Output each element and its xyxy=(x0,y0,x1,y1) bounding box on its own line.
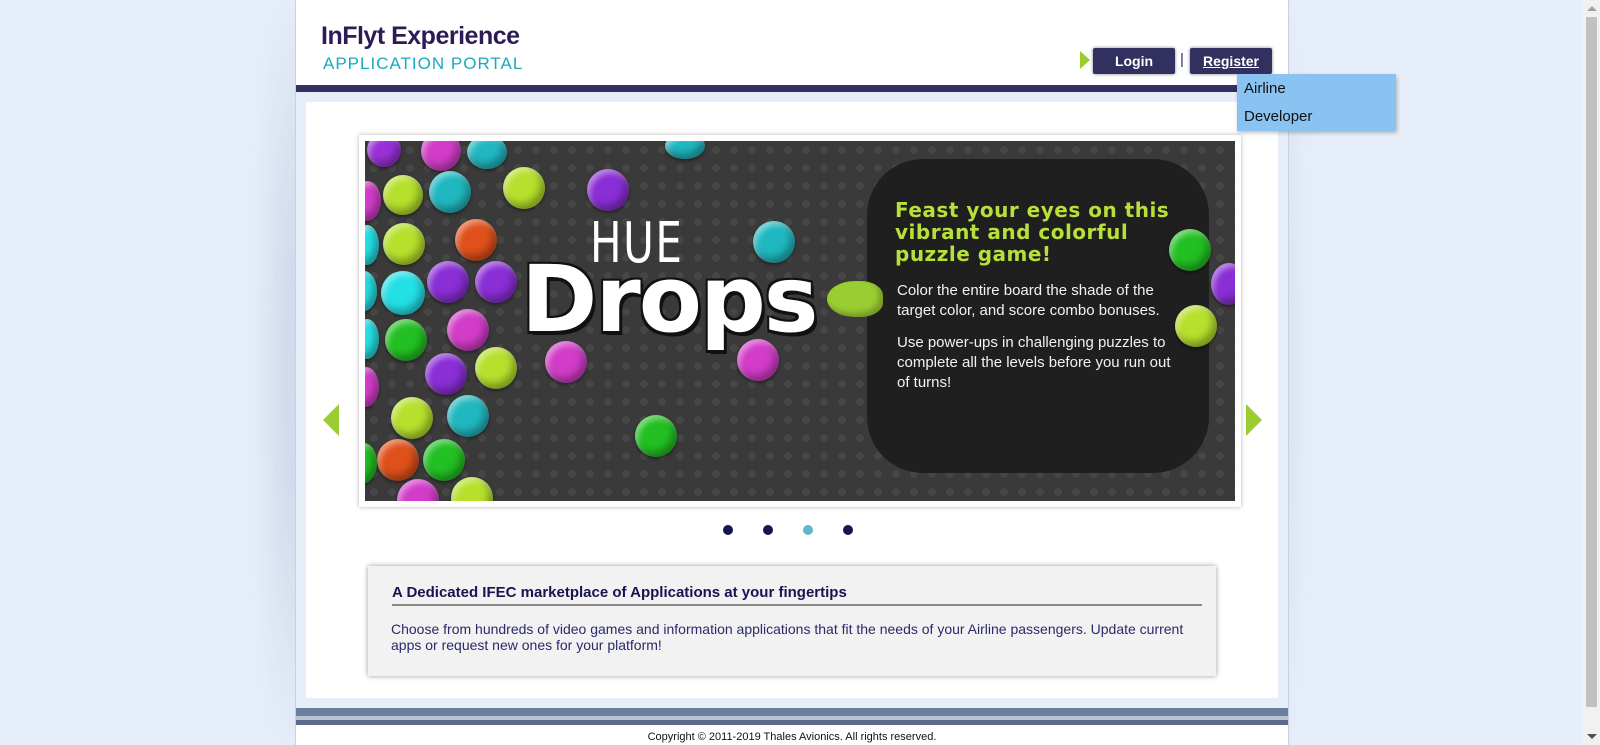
ball-decoration xyxy=(587,169,629,211)
register-button[interactable]: Register xyxy=(1190,48,1272,74)
ball-decoration xyxy=(635,415,677,457)
ball-decoration xyxy=(365,319,379,359)
ball-decoration xyxy=(365,225,379,265)
ball-decoration xyxy=(451,477,493,501)
ball-decoration xyxy=(455,219,497,261)
info-text: Choose from hundreds of video games and … xyxy=(391,621,1184,653)
ball-decoration xyxy=(385,319,427,361)
scrollbar-thumb[interactable] xyxy=(1586,17,1597,707)
header-divider xyxy=(296,85,1288,92)
page-container: InFlyt Experience APPLICATION PORTAL Log… xyxy=(295,0,1289,745)
dropdown-item-airline[interactable]: Airline xyxy=(1237,75,1396,103)
separator: | xyxy=(1180,51,1184,68)
ball-decoration xyxy=(365,367,379,407)
game-logo-drops: Drops xyxy=(521,246,819,353)
ball-decoration xyxy=(365,271,377,311)
page-scrollbar[interactable] xyxy=(1583,0,1600,745)
ball-decoration xyxy=(503,167,545,209)
ball-decoration xyxy=(665,141,705,159)
scroll-up-icon[interactable] xyxy=(1587,6,1597,11)
ball-decoration xyxy=(429,171,471,213)
info-box: A Dedicated IFEC marketplace of Applicat… xyxy=(368,566,1216,676)
footer-divider xyxy=(296,708,1288,716)
arrow-marker-icon xyxy=(1080,51,1090,69)
ball-decoration xyxy=(423,439,465,481)
carousel-slide-image[interactable]: HUE Drops Feast your eyes on this vibran… xyxy=(365,141,1235,501)
carousel-dot[interactable] xyxy=(723,525,733,535)
ball-decoration xyxy=(365,181,381,221)
drop-pointer-icon xyxy=(827,281,883,317)
dropdown-item-developer[interactable]: Developer xyxy=(1237,103,1396,131)
footer-divider xyxy=(296,720,1288,725)
logo-title: InFlyt Experience xyxy=(321,22,520,50)
carousel-pagination xyxy=(723,525,863,537)
main-content: HUE Drops Feast your eyes on this vibran… xyxy=(296,92,1288,708)
site-header: InFlyt Experience APPLICATION PORTAL Log… xyxy=(296,0,1288,85)
ball-decoration xyxy=(427,261,469,303)
copyright-text: Copyright © 2011-2019 Thales Avionics. A… xyxy=(647,731,937,743)
slide-heading: Feast your eyes on this vibrant and colo… xyxy=(895,198,1170,266)
ball-decoration xyxy=(383,223,425,265)
ball-decoration xyxy=(1211,263,1235,305)
ball-decoration xyxy=(475,347,517,389)
ball-decoration xyxy=(367,141,401,167)
login-button[interactable]: Login xyxy=(1093,48,1175,74)
carousel-prev-icon[interactable] xyxy=(323,404,339,436)
slide-paragraph: Color the entire board the shade of the … xyxy=(897,282,1160,319)
scroll-down-icon[interactable] xyxy=(1587,734,1597,739)
ball-decoration xyxy=(381,271,425,315)
ball-decoration xyxy=(397,479,439,501)
ball-decoration xyxy=(391,397,433,439)
ball-decoration xyxy=(447,309,489,351)
carousel-dot-active[interactable] xyxy=(803,525,813,535)
ball-decoration xyxy=(365,443,377,483)
carousel-dot[interactable] xyxy=(843,525,853,535)
ball-decoration xyxy=(421,141,461,171)
ball-decoration xyxy=(447,395,489,437)
logo-subtitle: APPLICATION PORTAL xyxy=(323,54,524,73)
register-dropdown-menu: Airline Developer xyxy=(1237,74,1396,131)
ball-decoration xyxy=(467,141,507,169)
carousel-dot[interactable] xyxy=(763,525,773,535)
ball-decoration xyxy=(425,353,467,395)
ball-decoration xyxy=(383,175,423,215)
carousel-next-icon[interactable] xyxy=(1246,404,1262,436)
content-panel: HUE Drops Feast your eyes on this vibran… xyxy=(306,102,1278,698)
info-title: A Dedicated IFEC marketplace of Applicat… xyxy=(392,584,1202,606)
ball-decoration xyxy=(377,439,419,481)
slide-paragraph: Use power-ups in challenging puzzles to … xyxy=(897,334,1171,391)
carousel: HUE Drops Feast your eyes on this vibran… xyxy=(359,135,1241,507)
ball-decoration xyxy=(475,261,517,303)
